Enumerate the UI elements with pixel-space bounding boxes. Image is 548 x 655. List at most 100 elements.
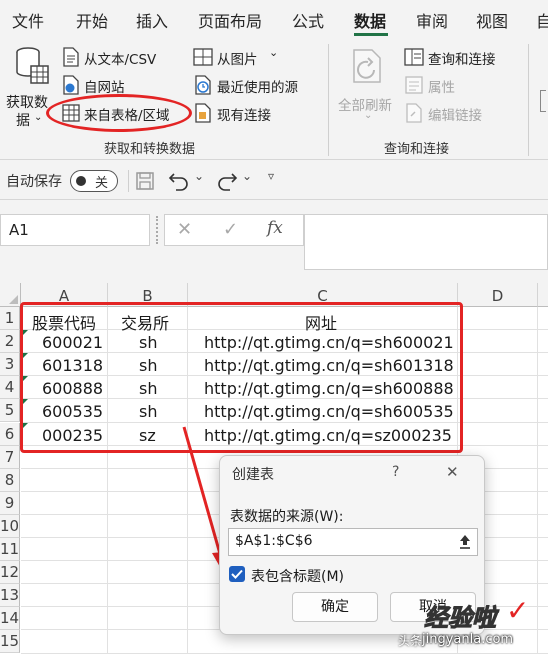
undo-icon[interactable] — [168, 171, 190, 191]
has-headers-label: 表包含标题(M) — [251, 569, 345, 585]
group-separator — [328, 44, 329, 156]
tab-insert[interactable]: 插入 — [136, 8, 168, 32]
quick-access-toolbar: 自动保存 关 ⌄ ⌄ ▿ — [0, 160, 548, 200]
get-data-label-line2: 据 — [16, 113, 30, 129]
row-header[interactable]: 10 — [0, 514, 20, 538]
column-header-d[interactable]: D — [458, 283, 538, 307]
watermark-url: jingyanla.com — [422, 632, 514, 647]
row-header[interactable]: 7 — [0, 445, 20, 469]
from-web-button[interactable]: 自网站 — [60, 74, 180, 96]
database-icon — [16, 47, 49, 84]
ribbon: 获取数 据 ⌄ 从文本/CSV 自网站 来自表格/区域 从图片 ⌄ 最近使用的源… — [0, 38, 548, 160]
chevron-down-icon[interactable]: ⌄ — [194, 169, 204, 183]
queries-connections-label: 查询和连接 — [428, 52, 496, 68]
tab-formulas[interactable]: 公式 — [292, 8, 324, 32]
source-range-input[interactable]: $A$1:$C$6 — [228, 528, 478, 556]
refresh-all-button[interactable]: 全部刷新 ⌄ — [334, 44, 402, 128]
tab-data[interactable]: 数据 — [354, 8, 386, 32]
link-file-icon — [406, 103, 422, 123]
ok-button[interactable]: 确定 — [292, 592, 378, 622]
tab-page-layout[interactable]: 页面布局 — [198, 8, 262, 32]
row-header[interactable]: 4 — [0, 376, 20, 400]
autosave-toggle[interactable]: 关 — [70, 170, 118, 192]
get-data-label-line1: 获取数 — [6, 95, 48, 111]
dialog-title: 创建表 — [232, 467, 274, 483]
annotation-ellipse — [46, 94, 192, 132]
edit-links-label: 编辑链接 — [428, 108, 482, 124]
edit-links-button[interactable]: 编辑链接 — [404, 102, 514, 124]
cancel-entry-icon[interactable]: ✕ — [177, 219, 192, 240]
active-tab-indicator — [354, 33, 388, 36]
tab-home[interactable]: 开始 — [76, 8, 108, 32]
group-label-queries: 查询和连接 — [384, 142, 450, 157]
tab-more[interactable]: 自 — [536, 8, 548, 32]
chevron-down-icon[interactable]: ⌄ — [242, 169, 252, 183]
help-button[interactable]: ? — [392, 464, 399, 480]
source-label: 表数据的来源(W): — [230, 509, 344, 525]
collapse-dialog-icon[interactable] — [455, 532, 475, 552]
row-header[interactable]: 6 — [0, 422, 20, 446]
queries-connections-button[interactable]: 查询和连接 — [404, 46, 524, 68]
name-box[interactable]: A1 — [0, 214, 150, 246]
row-header[interactable]: 9 — [0, 491, 20, 515]
formula-bar-area: A1 ✕ ✓ fx — [0, 200, 548, 283]
save-icon[interactable] — [136, 172, 154, 190]
tab-review[interactable]: 审阅 — [416, 8, 448, 32]
separator — [128, 170, 129, 192]
refresh-icon — [353, 49, 381, 83]
queries-pane-icon — [404, 48, 424, 66]
row-header[interactable]: 3 — [0, 353, 20, 377]
confirm-entry-icon[interactable]: ✓ — [223, 219, 238, 240]
from-text-csv-label: 从文本/CSV — [84, 52, 157, 68]
existing-connections-label: 现有连接 — [217, 108, 271, 124]
row-header[interactable]: 15 — [0, 630, 20, 654]
has-headers-checkbox[interactable] — [229, 566, 245, 582]
recent-sources-label: 最近使用的源 — [217, 80, 298, 96]
chevron-down-icon: ⌄ — [364, 110, 373, 121]
row-header[interactable]: 13 — [0, 584, 20, 608]
formula-buttons: ✕ ✓ fx — [164, 214, 304, 246]
name-box-value: A1 — [9, 221, 29, 239]
toggle-knob — [76, 176, 86, 186]
from-web-label: 自网站 — [84, 80, 125, 96]
tab-file[interactable]: 文件 — [12, 8, 44, 32]
row-header[interactable]: 2 — [0, 330, 20, 354]
source-range-value: $A$1:$C$6 — [235, 533, 313, 549]
text-file-icon — [63, 47, 79, 67]
existing-connections-button[interactable]: 现有连接 — [193, 102, 303, 124]
formula-input[interactable] — [304, 214, 548, 270]
autosave-label: 自动保存 — [6, 174, 62, 190]
chevron-down-icon: ⌄ — [269, 46, 279, 59]
properties-label: 属性 — [428, 80, 455, 96]
chevron-down-icon: ⌄ — [34, 112, 43, 123]
insert-function-icon[interactable]: fx — [267, 218, 283, 238]
column-header-e[interactable] — [538, 283, 548, 307]
tab-view[interactable]: 视图 — [476, 8, 508, 32]
splitter[interactable] — [156, 216, 158, 244]
clock-icon — [195, 75, 211, 95]
row-gridline — [21, 652, 548, 654]
properties-icon — [405, 76, 423, 94]
row-header[interactable]: 14 — [0, 607, 20, 631]
row-header[interactable]: 12 — [0, 561, 20, 585]
row-header[interactable]: 8 — [0, 468, 20, 492]
row-header[interactable]: 1 — [0, 307, 20, 331]
checkmark-icon — [231, 569, 243, 579]
redo-icon[interactable] — [216, 171, 238, 191]
properties-button[interactable]: 属性 — [404, 74, 504, 96]
watermark-prefix: 头条 — [398, 634, 423, 648]
recent-sources-button[interactable]: 最近使用的源 — [193, 74, 323, 96]
row-header[interactable]: 11 — [0, 538, 20, 562]
partial-ribbon-control — [540, 90, 546, 112]
row-header[interactable]: 5 — [0, 399, 20, 423]
upload-arrow-icon — [460, 535, 470, 549]
picture-icon — [193, 48, 213, 66]
close-icon[interactable]: ✕ — [446, 463, 459, 481]
select-all-corner[interactable] — [0, 283, 21, 307]
group-separator — [528, 44, 529, 156]
customize-qat-icon[interactable]: ▿ — [268, 169, 274, 183]
watermark-title: 经验啦 — [424, 604, 497, 633]
group-label-get-transform: 获取和转换数据 — [104, 142, 196, 157]
from-picture-button[interactable]: 从图片 ⌄ — [193, 46, 303, 68]
from-text-csv-button[interactable]: 从文本/CSV — [60, 46, 180, 68]
